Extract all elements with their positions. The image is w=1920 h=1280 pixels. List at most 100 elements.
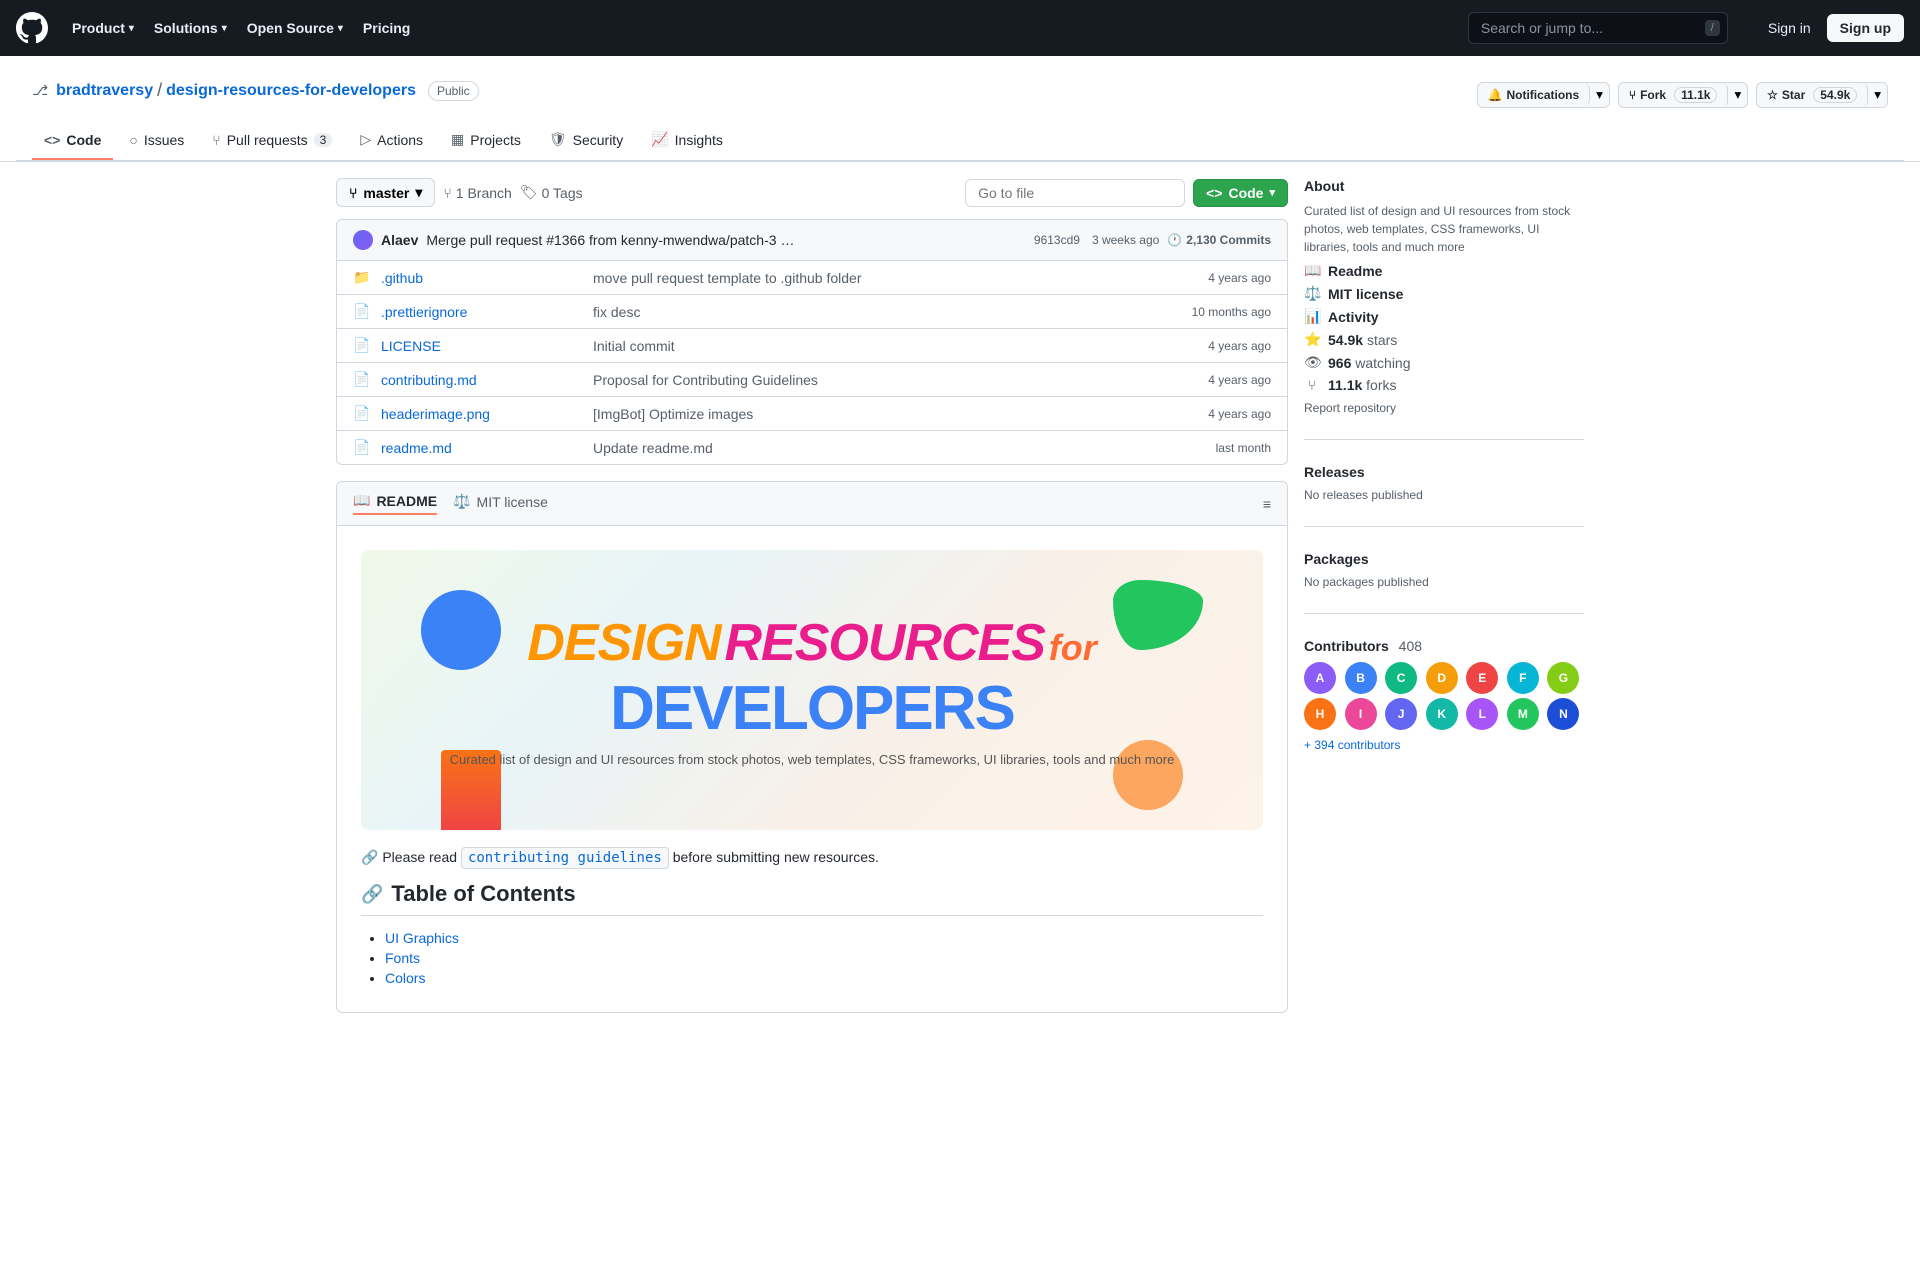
file-link[interactable]: .github [381, 270, 423, 286]
readme-content: DESIGN RESOURCES for DEVELOPERS Curated … [337, 526, 1287, 1012]
file-message: move pull request template to .github fo… [593, 270, 1196, 286]
tag-count-link[interactable]: 🏷 0 Tags [520, 184, 583, 201]
tab-issues[interactable]: ○ Issues [117, 122, 196, 160]
nav-pricing[interactable]: Pricing [355, 14, 418, 42]
nav-opensource[interactable]: Open Source ▾ [239, 14, 351, 42]
toc-item-link[interactable]: UI Graphics [385, 930, 459, 946]
readme-menu-icon[interactable]: ≡ [1263, 496, 1271, 512]
contributor-avatar[interactable]: N [1547, 698, 1579, 730]
goto-file-input[interactable] [965, 179, 1185, 207]
notifications-button[interactable]: 🔔 Notifications [1478, 84, 1591, 106]
meta-link[interactable]: 11.1k forks [1328, 377, 1397, 393]
contributor-avatar[interactable]: D [1426, 662, 1458, 694]
contributor-avatar[interactable]: M [1507, 698, 1539, 730]
contributor-avatar[interactable]: K [1426, 698, 1458, 730]
toc-item-link[interactable]: Colors [385, 970, 425, 986]
repo-name-link[interactable]: design-resources-for-developers [166, 82, 416, 100]
contributor-avatar[interactable]: J [1385, 698, 1417, 730]
contributing-section: 🔗 Please read contributing guidelines be… [361, 846, 1263, 988]
sidebar-meta-item[interactable]: 📊 Activity [1304, 308, 1584, 325]
commit-author-avatar [353, 230, 373, 250]
tab-code[interactable]: <> Code [32, 122, 113, 160]
meta-link[interactable]: 966 watching [1328, 355, 1411, 371]
readme-tab-license[interactable]: ⚖️ MIT license [453, 493, 548, 514]
toc-anchor[interactable]: 🔗 [361, 884, 383, 905]
tab-insights[interactable]: 📈 Insights [639, 121, 735, 160]
star-button[interactable]: ☆ Star 54.9k [1757, 83, 1868, 107]
commit-hash-link[interactable]: 9613cd9 [1034, 233, 1080, 247]
file-link[interactable]: contributing.md [381, 372, 477, 388]
file-icon: 📄 [353, 337, 369, 354]
contributor-avatar[interactable]: E [1466, 662, 1498, 694]
meta-link[interactable]: Activity [1328, 309, 1379, 325]
file-link[interactable]: headerimage.png [381, 406, 490, 422]
contributor-avatar[interactable]: G [1547, 662, 1579, 694]
search-container: / [1468, 12, 1728, 44]
repo-action-buttons: 🔔 Notifications ▾ ⑂ Fork 11.1k ▾ ☆ Star … [1477, 82, 1888, 108]
tag-info: 🏷 0 Tags [520, 184, 583, 201]
star-dropdown[interactable]: ▾ [1868, 83, 1887, 107]
sidebar-meta-item[interactable]: ⭐ 54.9k stars [1304, 331, 1584, 348]
code-button[interactable]: <> Code ▾ [1193, 179, 1288, 207]
contributor-avatar[interactable]: I [1345, 698, 1377, 730]
chevron-down-icon: ▾ [1269, 186, 1275, 199]
main-nav: Product ▾ Solutions ▾ Open Source ▾ Pric… [0, 0, 1920, 56]
book-icon: 📖 [353, 492, 370, 509]
star-icon: ☆ [1767, 88, 1778, 102]
sidebar-meta-item[interactable]: ⚖️ MIT license [1304, 285, 1584, 302]
signin-button[interactable]: Sign in [1760, 15, 1819, 41]
sidebar-meta-item[interactable]: 👁 966 watching [1304, 354, 1584, 371]
search-input[interactable] [1468, 12, 1728, 44]
toc-item-link[interactable]: Fonts [385, 950, 420, 966]
branch-count-link[interactable]: ⑂ 1 Branch [443, 185, 511, 201]
tab-projects[interactable]: ▦ Projects [439, 121, 533, 160]
file-link[interactable]: readme.md [381, 440, 452, 456]
commit-dots: … [780, 232, 794, 248]
readme-tab-readme[interactable]: 📖 README [353, 492, 437, 515]
file-link[interactable]: LICENSE [381, 338, 441, 354]
star-count: 54.9k [1813, 87, 1857, 103]
notifications-dropdown[interactable]: ▾ [1590, 83, 1609, 107]
file-link[interactable]: .prettierignore [381, 304, 467, 320]
star-icon: ⭐ [1304, 331, 1320, 348]
repo-owner-link[interactable]: bradtraversy [56, 82, 153, 100]
contributing-guidelines-link[interactable]: contributing guidelines [461, 847, 669, 869]
contributors-more-link[interactable]: + 394 contributors [1304, 738, 1584, 752]
contributing-paragraph: 🔗 Please read contributing guidelines be… [361, 846, 1263, 869]
contributor-avatar[interactable]: B [1345, 662, 1377, 694]
contributor-avatar[interactable]: C [1385, 662, 1417, 694]
tab-pull-requests[interactable]: ⑂ Pull requests 3 [200, 122, 344, 160]
branch-icon: ⑂ [349, 185, 357, 201]
tab-security[interactable]: 🛡 Security [537, 121, 635, 160]
branch-mini-icon: ⑂ [443, 185, 451, 201]
issue-icon: ○ [129, 132, 137, 148]
github-logo[interactable] [16, 12, 48, 44]
tab-actions[interactable]: ▷ Actions [348, 121, 435, 160]
file-message: fix desc [593, 304, 1180, 320]
commits-count-link[interactable]: 2,130 Commits [1186, 233, 1271, 247]
banner-developers-text: DEVELOPERS [450, 673, 1175, 744]
pr-icon: ⑂ [212, 132, 220, 148]
meta-link[interactable]: 54.9k stars [1328, 332, 1397, 348]
fork-button[interactable]: ⑂ Fork 11.1k [1619, 83, 1729, 107]
branch-info: ⑂ 1 Branch [443, 185, 511, 201]
file-name: .prettierignore [381, 304, 581, 320]
nav-items: Product ▾ Solutions ▾ Open Source ▾ Pric… [64, 14, 418, 42]
nav-solutions[interactable]: Solutions ▾ [146, 14, 235, 42]
search-kbd: / [1705, 20, 1720, 36]
contributor-avatar[interactable]: A [1304, 662, 1336, 694]
nav-product[interactable]: Product ▾ [64, 14, 142, 42]
chevron-down-icon: ▾ [222, 23, 227, 34]
chevron-down-icon: ▾ [415, 184, 422, 201]
report-repo-link[interactable]: Report repository [1304, 401, 1584, 415]
contributor-avatar[interactable]: F [1507, 662, 1539, 694]
branch-selector[interactable]: ⑂ master ▾ [336, 178, 435, 207]
meta-link[interactable]: MIT license [1328, 286, 1403, 302]
contributor-avatar[interactable]: L [1466, 698, 1498, 730]
meta-link[interactable]: Readme [1328, 263, 1382, 279]
signup-button[interactable]: Sign up [1827, 14, 1904, 42]
sidebar-meta-item[interactable]: ⑂ 11.1k forks [1304, 377, 1584, 393]
sidebar-meta-item[interactable]: 📖 Readme [1304, 262, 1584, 279]
contributor-avatar[interactable]: H [1304, 698, 1336, 730]
fork-dropdown[interactable]: ▾ [1728, 83, 1747, 107]
